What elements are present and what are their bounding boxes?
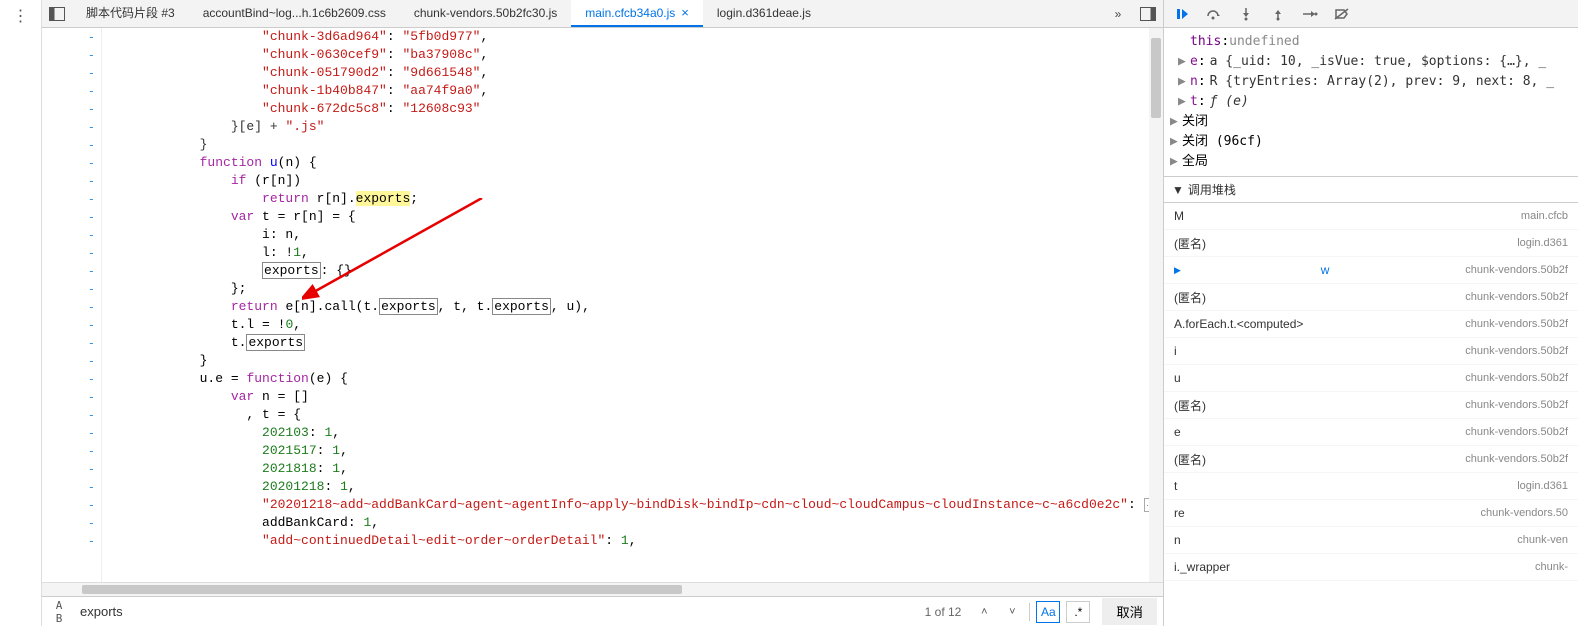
step-over-icon[interactable] (1202, 3, 1226, 25)
code-editor[interactable]: "chunk-3d6ad964": "5fb0d977", "chunk-063… (42, 28, 1163, 582)
stack-frame[interactable]: nchunk-ven (1164, 527, 1578, 554)
step-into-icon[interactable] (1234, 3, 1258, 25)
search-input[interactable] (76, 601, 913, 622)
cancel-button[interactable]: 取消 (1102, 598, 1157, 625)
tab[interactable]: login.d361deae.js (703, 0, 825, 27)
stack-frame[interactable]: uchunk-vendors.50b2f (1164, 365, 1578, 392)
tab[interactable]: chunk-vendors.50b2fc30.js (400, 0, 571, 27)
vertical-scrollbar[interactable] (1149, 28, 1163, 582)
stack-frame[interactable]: Mmain.cfcb (1164, 203, 1578, 230)
scope-this[interactable]: this: undefined (1164, 32, 1578, 52)
scope-var-n[interactable]: ▶n: R {tryEntries: Array(2), prev: 9, ne… (1164, 72, 1578, 92)
tab[interactable]: accountBind~log...h.1c6b2609.css (189, 0, 400, 27)
scope-closure[interactable]: ▶全局 (1164, 152, 1578, 172)
stack-frame[interactable]: (匿名)chunk-vendors.50b2f (1164, 284, 1578, 311)
hide-debugger-icon[interactable] (1133, 0, 1163, 28)
stack-frame[interactable]: echunk-vendors.50b2f (1164, 419, 1578, 446)
kebab-menu-icon[interactable]: ⋮ (13, 6, 29, 26)
stack-frame[interactable]: rechunk-vendors.50 (1164, 500, 1578, 527)
scope-var-e[interactable]: ▶e: a {_uid: 10, _isVue: true, $options:… (1164, 52, 1578, 72)
prev-match-icon[interactable]: ˄ (973, 601, 995, 623)
stack-frame[interactable]: (匿名)chunk-vendors.50b2f (1164, 392, 1578, 419)
scope-closure[interactable]: ▶关闭 (96cf) (1164, 132, 1578, 152)
callstack-header[interactable]: ▼调用堆栈 (1164, 177, 1578, 203)
horizontal-scrollbar[interactable] (42, 582, 1163, 596)
regex-button[interactable]: .* (1066, 601, 1090, 623)
scope-closure[interactable]: ▶关闭 (1164, 112, 1578, 132)
more-tabs-icon[interactable]: » (1103, 0, 1133, 28)
step-out-icon[interactable] (1266, 3, 1290, 25)
next-match-icon[interactable]: ˅ (1001, 601, 1023, 623)
replace-toggle-icon[interactable]: AB (48, 601, 70, 623)
search-bar: AB 1 of 12 ˄ ˅ Aa .* 取消 (42, 596, 1163, 626)
tab[interactable]: main.cfcb34a0.js× (571, 0, 703, 27)
deactivate-breakpoints-icon[interactable] (1330, 3, 1354, 25)
callstack-list: Mmain.cfcb(匿名)login.d361wchunk-vendors.5… (1164, 203, 1578, 626)
stack-frame[interactable]: A.forEach.t.<computed>chunk-vendors.50b2… (1164, 311, 1578, 338)
stack-frame[interactable]: wchunk-vendors.50b2f (1164, 257, 1578, 284)
match-case-button[interactable]: Aa (1036, 601, 1060, 623)
close-icon[interactable]: × (681, 5, 689, 20)
tab[interactable]: 脚本代码片段 #3 (72, 0, 189, 27)
resume-icon[interactable] (1170, 3, 1194, 25)
show-navigator-icon[interactable] (42, 0, 72, 28)
editor-tabbar: 脚本代码片段 #3accountBind~log...h.1c6b2609.cs… (42, 0, 1163, 28)
debug-toolbar (1164, 0, 1578, 28)
search-count: 1 of 12 (919, 605, 968, 619)
stack-frame[interactable]: (匿名)chunk-vendors.50b2f (1164, 446, 1578, 473)
stack-frame[interactable]: i._wrapperchunk- (1164, 554, 1578, 581)
stack-frame[interactable]: ichunk-vendors.50b2f (1164, 338, 1578, 365)
stack-frame[interactable]: tlogin.d361 (1164, 473, 1578, 500)
far-left-toolbar: ⋮ (0, 0, 42, 626)
stack-frame[interactable]: (匿名)login.d361 (1164, 230, 1578, 257)
scope-panel: this: undefined ▶e: a {_uid: 10, _isVue:… (1164, 28, 1578, 177)
scope-var-t[interactable]: ▶t: ƒ (e) (1164, 92, 1578, 112)
step-icon[interactable] (1298, 3, 1322, 25)
